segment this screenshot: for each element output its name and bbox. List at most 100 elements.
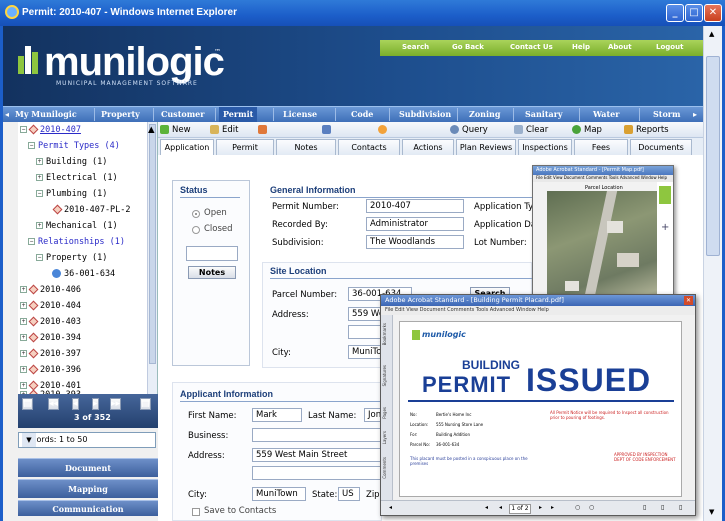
tab-inspections[interactable]: Inspections <box>518 139 572 155</box>
toplink-search[interactable]: Search <box>402 43 429 51</box>
open-radio[interactable] <box>192 210 200 218</box>
applicant-address-line2-field[interactable] <box>252 466 382 480</box>
acrobat-menu[interactable]: File Edit View Document Comments Tools A… <box>381 306 695 315</box>
close-button[interactable]: ✕ <box>704 4 722 22</box>
acrobat-last-icon[interactable]: ▸ <box>551 504 554 511</box>
tree-node-plumbing-child[interactable]: 2010-407-PL-2 <box>52 204 131 215</box>
map-button[interactable]: Map <box>572 125 602 135</box>
nav-list-icon[interactable]: ▤ <box>140 398 151 410</box>
nav-next-button[interactable]: ▸ <box>92 398 99 410</box>
tab-application[interactable]: Application <box>160 139 214 156</box>
toolbar-collapse-icon[interactable]: ▲ <box>148 125 155 135</box>
scroll-thumb[interactable] <box>706 56 720 256</box>
tree-node-other[interactable]: +2010-394 <box>20 332 81 343</box>
toplink-contact-us[interactable]: Contact Us <box>510 43 553 51</box>
applicant-address-field[interactable]: 559 West Main Street <box>252 448 382 462</box>
tree-node-plumbing[interactable]: − Plumbing (1) <box>36 189 107 199</box>
records-select[interactable]: Records: 1 to 50 ▼ <box>18 432 156 448</box>
menu-code[interactable]: Code <box>351 109 373 119</box>
menu-my-munilogic[interactable]: My Munilogic <box>15 109 77 119</box>
acrobat-refresh-icon[interactable]: ○ <box>575 504 580 511</box>
nav-prev-button[interactable]: ◂ <box>72 398 79 410</box>
address-line2-field[interactable] <box>348 325 382 339</box>
reports-button[interactable]: Reports <box>624 125 669 135</box>
acrobat-refresh2-icon[interactable]: ○ <box>589 504 594 511</box>
menu-storm[interactable]: Storm <box>653 109 681 119</box>
chevron-down-icon[interactable]: ▼ <box>22 433 36 447</box>
acrobat-next-icon[interactable]: ▸ <box>539 504 542 511</box>
notes-button[interactable]: Notes <box>188 266 236 279</box>
acrobat-page-field[interactable]: 1 of 2 <box>509 504 531 514</box>
tree-node-parcel[interactable]: 36-001-634 <box>52 269 115 279</box>
link-icon[interactable] <box>322 125 334 135</box>
nav-last-button[interactable]: ▸▸ <box>110 398 122 410</box>
document-button[interactable]: Document <box>18 458 158 477</box>
applicant-city-field[interactable]: MuniTown <box>252 487 306 501</box>
acrobat-prev2-icon[interactable]: ◂ <box>499 504 502 511</box>
tree-node-building[interactable]: + Building (1) <box>36 157 107 167</box>
tab-notes[interactable]: Notes <box>276 139 336 155</box>
scroll-up-icon[interactable]: ▲ <box>709 30 714 38</box>
save-icon[interactable] <box>258 125 270 135</box>
tab-documents[interactable]: Documents <box>630 139 692 155</box>
acrobat-layout-icon[interactable]: ▯ <box>643 504 646 511</box>
delete-icon[interactable] <box>378 125 390 135</box>
tab-contacts[interactable]: Contacts <box>338 139 400 155</box>
scroll-down-icon[interactable]: ▼ <box>709 508 714 516</box>
nav-menu-icon[interactable]: ▤ <box>22 398 33 410</box>
toplink-about[interactable]: About <box>608 43 632 51</box>
map-window-menu[interactable]: File Edit View Document Comments Tools A… <box>533 175 673 182</box>
query-button[interactable]: Query <box>450 125 488 135</box>
new-button[interactable]: New <box>160 125 191 135</box>
maximize-button[interactable]: □ <box>685 4 703 22</box>
clear-button[interactable]: Clear <box>514 125 548 135</box>
tree-node-relationships[interactable]: − Relationships (1) <box>28 237 125 247</box>
tree-node-other[interactable]: +2010-406 <box>20 284 81 295</box>
permit-number-field[interactable]: 2010-407 <box>366 199 464 213</box>
minimize-button[interactable]: _ <box>666 4 684 22</box>
city-field[interactable]: MuniTo <box>348 345 382 359</box>
permit-placard-pdf-window[interactable]: Adobe Acrobat Standard - [Building Permi… <box>380 294 696 516</box>
closed-radio[interactable] <box>192 226 200 234</box>
menu-water[interactable]: Water <box>593 109 619 119</box>
tree-node-other[interactable]: +2010-396 <box>20 364 81 375</box>
address-field[interactable]: 559 We <box>348 307 382 321</box>
menu-license[interactable]: License <box>283 109 317 119</box>
tab-plan-reviews[interactable]: Plan Reviews <box>456 139 516 155</box>
status-date-input[interactable] <box>186 246 238 261</box>
tree-node-other[interactable]: +2010-403 <box>20 316 81 327</box>
tree-node-other[interactable]: +2010-397 <box>20 348 81 359</box>
tree-node-property[interactable]: − Property (1) <box>36 253 107 263</box>
state-field[interactable]: US <box>338 487 360 501</box>
menu-zoning[interactable]: Zoning <box>469 109 500 119</box>
toplink-go-back[interactable]: Go Back <box>452 43 484 51</box>
recorded-by-field[interactable]: Administrator <box>366 217 464 231</box>
menu-scroll-right-icon[interactable]: ▸ <box>693 109 697 119</box>
bookmarks-tab[interactable]: Bookmarks <box>382 323 392 345</box>
subdivision-field[interactable]: The Woodlands <box>366 235 464 249</box>
toplink-logout[interactable]: Logout <box>656 43 683 51</box>
tree-node-other[interactable]: +2010-404 <box>20 300 81 311</box>
business-field[interactable] <box>252 428 382 442</box>
tree-node-permit-types[interactable]: − Permit Types (4) <box>28 141 120 151</box>
menu-scroll-left-icon[interactable]: ◂ <box>5 109 9 119</box>
tab-fees[interactable]: Fees <box>574 139 628 155</box>
pages-tab[interactable]: Pages <box>382 407 392 419</box>
menu-property[interactable]: Property <box>101 109 140 119</box>
menu-permit[interactable]: Permit <box>219 107 258 122</box>
acrobat-prev-icon[interactable]: ◂ <box>485 504 488 511</box>
tab-actions[interactable]: Actions <box>402 139 454 155</box>
tab-permit[interactable]: Permit <box>216 139 274 155</box>
menu-sanitary[interactable]: Sanitary <box>525 109 563 119</box>
acrobat-first-page-icon[interactable]: ◂ <box>389 504 392 511</box>
menu-subdivision[interactable]: Subdivision <box>399 109 451 119</box>
save-to-contacts-checkbox[interactable] <box>192 508 200 516</box>
tree-node-electrical[interactable]: + Electrical (1) <box>36 173 118 183</box>
acrobat-layout2-icon[interactable]: ▯ <box>661 504 664 511</box>
toplink-help[interactable]: Help <box>572 43 590 51</box>
first-name-field[interactable]: Mark <box>252 408 302 422</box>
mapping-button[interactable]: Mapping <box>18 479 158 498</box>
comments-tab[interactable]: Comments <box>382 457 392 479</box>
menu-customer[interactable]: Customer <box>161 109 205 119</box>
communication-button[interactable]: Communication <box>18 500 158 516</box>
